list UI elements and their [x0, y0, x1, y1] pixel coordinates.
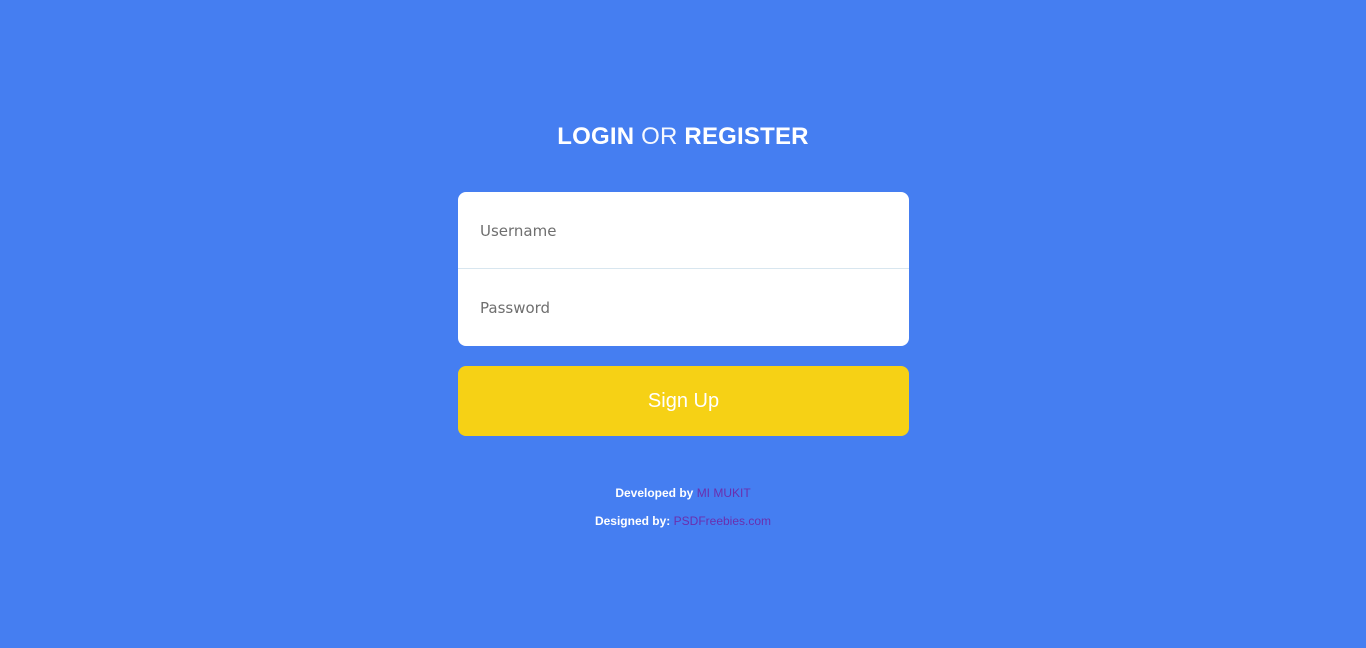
title-register: REGISTER: [684, 123, 809, 150]
designed-by-credit: Designed by: PSDFreebies.com: [0, 514, 1366, 528]
page-title: LOGIN OR REGISTER: [0, 120, 1366, 154]
title-or: OR: [641, 123, 678, 150]
signup-button[interactable]: Sign Up: [458, 366, 909, 436]
username-field[interactable]: [458, 192, 909, 269]
designed-by-label: Designed by:: [594, 514, 671, 528]
title-login: LOGIN: [557, 123, 635, 150]
password-field[interactable]: [458, 269, 909, 346]
developer-link[interactable]: MI MUKIT: [697, 486, 751, 500]
designer-link[interactable]: PSDFreebies.com: [674, 514, 771, 528]
developed-by-credit: Developed by MI MUKIT: [0, 486, 1366, 500]
developed-by-label: Developed by: [615, 486, 694, 500]
login-form-card: [458, 192, 909, 346]
